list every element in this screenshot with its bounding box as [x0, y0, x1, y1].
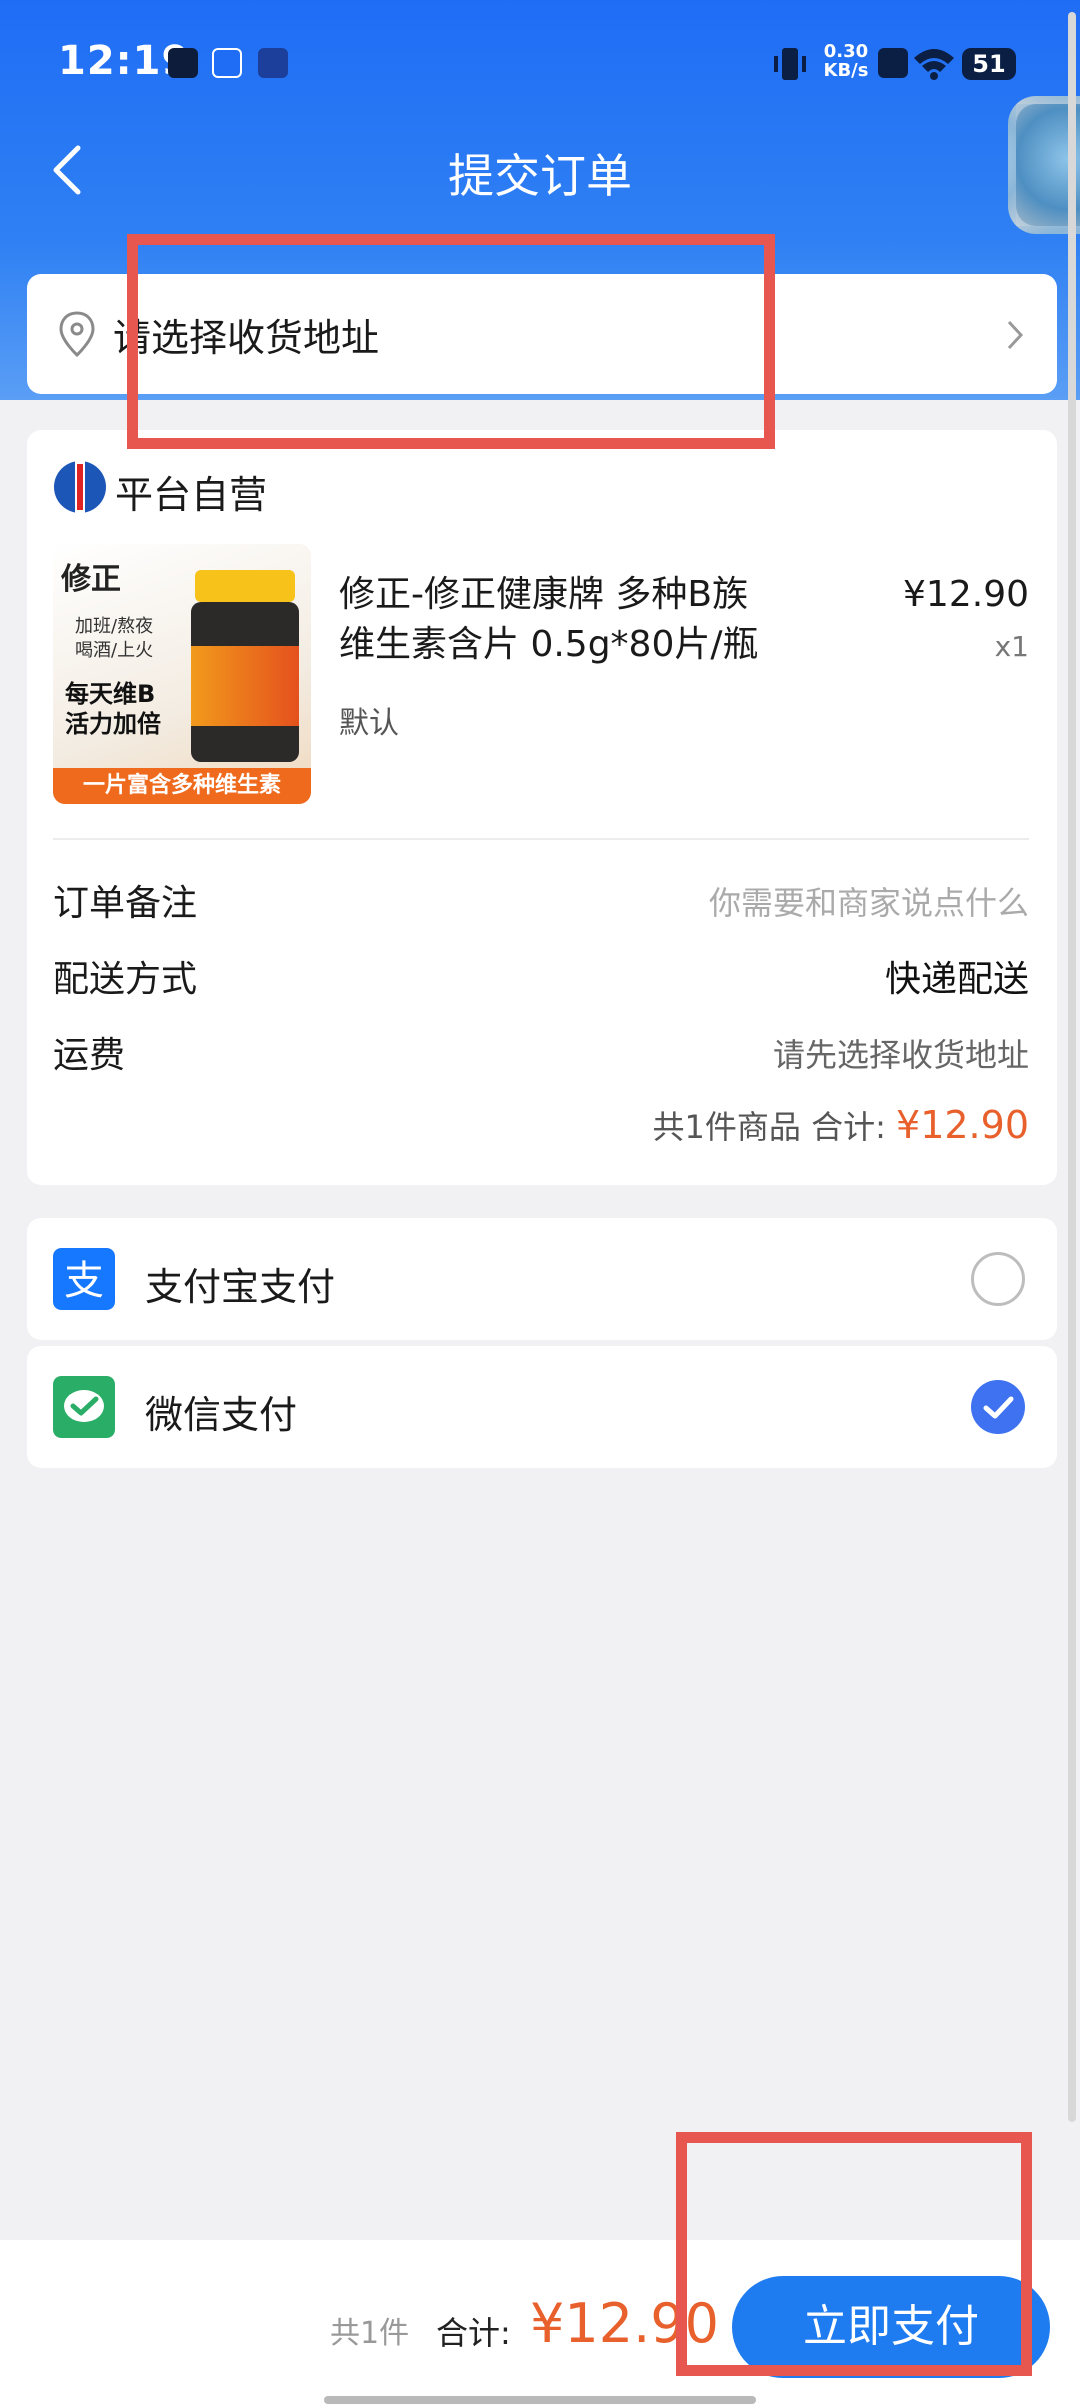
delivery-label: 配送方式	[53, 959, 198, 1000]
product-tag-overtime: 加班/熬夜	[75, 616, 154, 637]
delivery-value[interactable]: 快递配送	[885, 950, 1029, 1002]
checkmark-icon	[983, 1396, 1014, 1419]
highlight-box-pay-button	[676, 2132, 1032, 2376]
alipay-icon: 支	[53, 1248, 115, 1310]
alipay-radio[interactable]	[971, 1252, 1025, 1306]
vibrate-icon	[774, 48, 806, 80]
close-notification-icon	[878, 48, 908, 78]
bottle-body	[191, 602, 299, 762]
sum-label: 合计:	[436, 2314, 511, 2352]
network-speed: 0.30 KB/s	[823, 41, 869, 81]
scrollbar[interactable]	[1068, 12, 1076, 2122]
product-spec: 默认	[339, 706, 399, 741]
wifi-icon	[914, 49, 954, 80]
product-price: ¥12.90	[903, 574, 1029, 615]
status-bar: 12:19 0.30 KB/s 51	[0, 0, 1080, 128]
divider	[53, 838, 1029, 840]
alipay-option[interactable]: 支 支付宝支付	[27, 1218, 1057, 1340]
remark-label: 订单备注	[53, 883, 198, 924]
bolt-app-icon	[258, 48, 288, 78]
store-logo-icon	[54, 460, 106, 514]
product-tag-drinking: 喝酒/上火	[75, 640, 154, 661]
app-notification-icon	[212, 48, 242, 78]
page-title: 提交订单	[448, 149, 632, 203]
order-total-amount: ¥12.90	[896, 1103, 1029, 1147]
order-card: 平台自营 修正 加班/熬夜 喝酒/上火 每天维B 活力加倍 一片富含多种维生素 …	[27, 430, 1057, 1185]
order-total: 共1件商品 合计: ¥12.90	[653, 1102, 1029, 1148]
chevron-right-icon	[1007, 320, 1024, 350]
product-title[interactable]: 修正-修正健康牌 多种B族维生素含片 0.5g*80片/瓶	[339, 570, 779, 670]
product-quantity: x1	[994, 630, 1029, 663]
battery-indicator: 51	[962, 48, 1016, 80]
bottle-cap	[195, 570, 295, 602]
wechat-pay-label: 微信支付	[145, 1393, 298, 1437]
alipay-label: 支付宝支付	[145, 1265, 336, 1309]
freight-label: 运费	[53, 1035, 126, 1076]
tiktok-icon	[168, 48, 198, 78]
wechat-pay-radio[interactable]	[971, 1380, 1025, 1434]
product-brand-mark: 修正	[61, 562, 121, 597]
order-total-prefix: 共1件商品 合计:	[652, 1108, 886, 1146]
store-name: 平台自营	[115, 473, 268, 517]
wechat-pay-icon	[53, 1376, 115, 1438]
product-slogan-2: 活力加倍	[65, 710, 161, 738]
product-banner: 一片富含多种维生素	[53, 768, 311, 804]
location-pin-icon	[59, 311, 95, 358]
wechat-pay-option[interactable]: 微信支付	[27, 1346, 1057, 1468]
product-image[interactable]: 修正 加班/熬夜 喝酒/上火 每天维B 活力加倍 一片富含多种维生素	[53, 544, 311, 804]
home-indicator[interactable]	[324, 2396, 756, 2404]
item-count: 共1件	[330, 2316, 410, 2351]
freight-value: 请先选择收货地址	[772, 1036, 1029, 1074]
remark-input[interactable]: 你需要和商家说点什么	[709, 878, 1029, 924]
svg-text:支: 支	[64, 1258, 104, 1304]
highlight-box-address	[127, 234, 775, 449]
